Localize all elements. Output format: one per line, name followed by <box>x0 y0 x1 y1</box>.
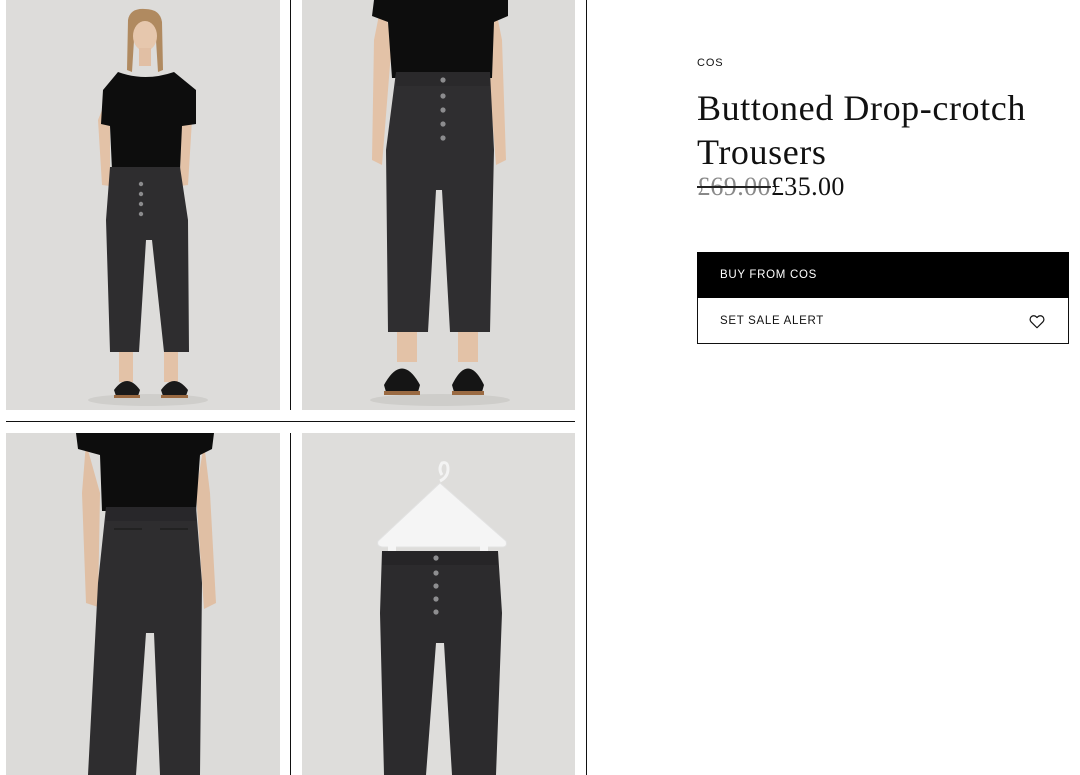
original-price: £69.00 <box>697 172 771 201</box>
sale-alert-label: SET SALE ALERT <box>720 314 824 327</box>
product-image-back[interactable] <box>6 433 280 775</box>
product-gallery <box>0 0 587 775</box>
gallery-divider-vertical-bottom <box>290 433 291 775</box>
buy-button-label: BUY FROM COS <box>720 269 818 281</box>
product-title: Buttoned Drop-crotch Trousers <box>697 88 1026 172</box>
product-image-hanger[interactable] <box>302 433 575 775</box>
heart-icon <box>1028 312 1046 330</box>
set-sale-alert-button[interactable]: SET SALE ALERT <box>697 298 1069 344</box>
gallery-edge-divider <box>586 0 587 775</box>
sale-price: £35.00 <box>770 172 845 201</box>
price-row: £69.00£35.00 <box>697 172 845 202</box>
product-page: COS Buttoned Drop-crotch Trousers £69.00… <box>0 0 1080 775</box>
buy-from-retailer-button[interactable]: BUY FROM COS <box>697 252 1069 298</box>
product-image-front-full[interactable] <box>6 0 280 410</box>
gallery-divider-horizontal <box>6 421 575 422</box>
brand-name[interactable]: COS <box>697 57 724 69</box>
gallery-divider-vertical-top <box>290 0 291 410</box>
product-image-front-close[interactable] <box>302 0 575 410</box>
